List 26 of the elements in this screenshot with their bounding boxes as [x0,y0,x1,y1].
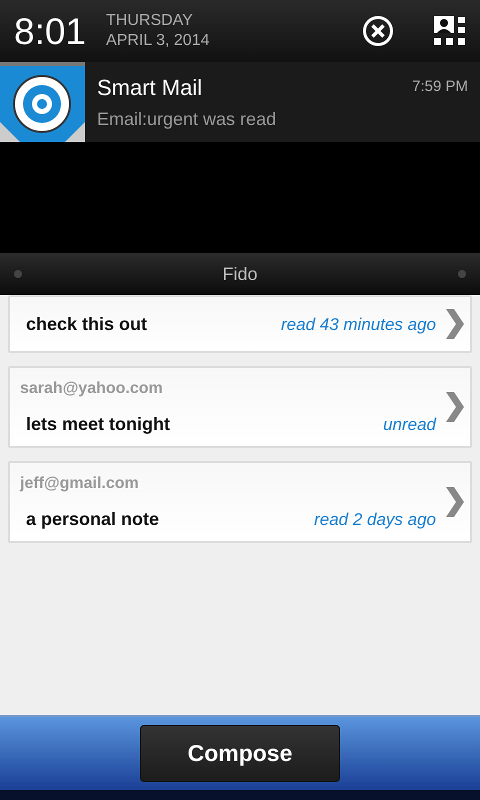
date-label: APRIL 3, 2014 [106,31,210,51]
clock-time: 8:01 [14,12,86,50]
message-subject: a personal note [26,508,160,531]
message-card[interactable]: check this out read 43 minutes ago [8,295,472,353]
dot-icon [458,270,466,278]
read-status: unread [383,414,436,436]
app-title: Fido [222,262,258,286]
clear-icon[interactable] [362,15,394,47]
read-status: read 2 days ago [314,508,436,530]
day-label: THURSDAY [106,11,194,31]
sender-email: jeff@gmail.com [20,474,140,494]
message-card[interactable]: jeff@gmail.com a personal note read 2 days ago [8,461,472,543]
settings-grid-icon[interactable] [434,16,466,46]
read-status: read 43 minutes ago [281,314,436,336]
compose-button[interactable]: Compose [140,725,340,782]
notification-title: Smart Mail [97,74,202,102]
message-subject: lets meet tonight [26,412,170,436]
chevron-icon [444,309,464,339]
chevron-icon [444,487,464,517]
dot-icon [14,270,22,278]
chevron-icon [444,392,464,422]
sender-email: sarah@yahoo.com [20,378,164,398]
message-subject: check this out [26,312,148,336]
notification-message: Email:urgent was read [97,108,278,131]
notification-time: 7:59 PM [412,77,468,98]
message-card[interactable]: sarah@yahoo.com lets meet tonight unread [8,366,472,448]
